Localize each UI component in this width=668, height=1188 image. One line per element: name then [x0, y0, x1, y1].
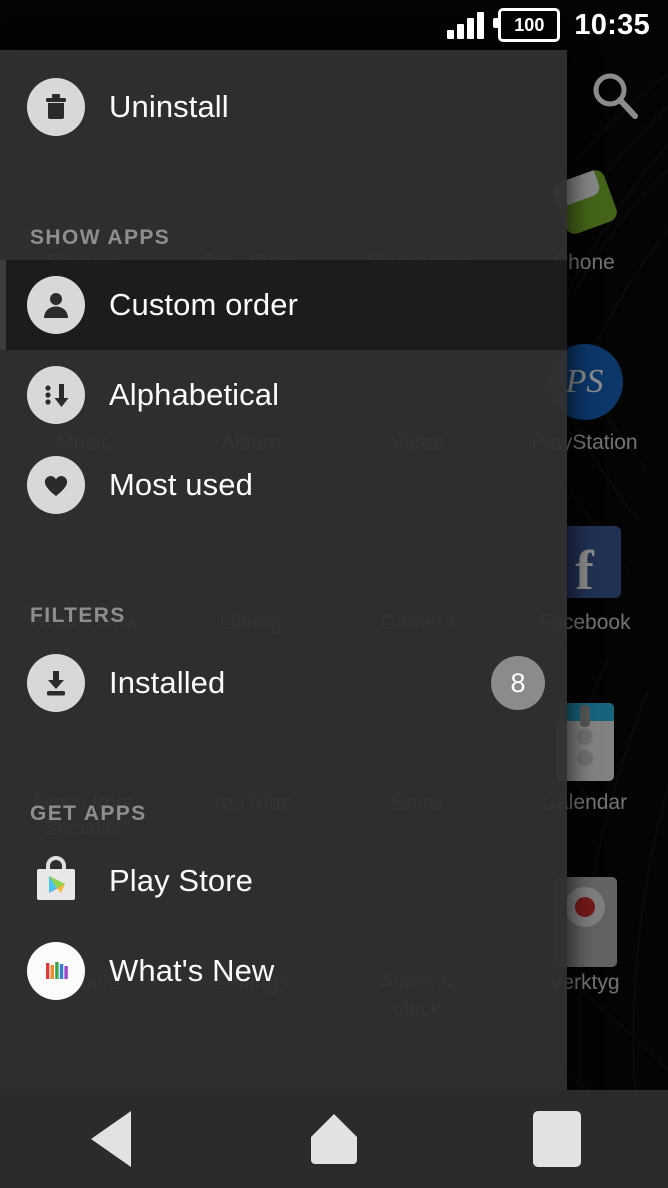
- signal-bars-icon: [447, 11, 485, 39]
- home-button[interactable]: [223, 1090, 446, 1188]
- person-icon: [27, 276, 85, 334]
- back-button[interactable]: [0, 1090, 223, 1188]
- recents-icon: [532, 1111, 581, 1167]
- navigation-drawer: Uninstall SHOW APPS Custom order Alphabe…: [0, 50, 567, 1090]
- drawer-item-label: Alphabetical: [109, 377, 280, 412]
- heart-icon: [27, 456, 85, 514]
- home-icon: [311, 1114, 357, 1164]
- download-icon: [27, 654, 85, 712]
- drawer-section-get-apps: GET APPS: [30, 802, 147, 825]
- battery-icon: 100: [493, 8, 561, 42]
- drawer-gap: [0, 152, 567, 174]
- drawer-section-filters: FILTERS: [30, 604, 126, 627]
- sort-alphabetical-icon: [27, 366, 85, 424]
- drawer-item-label: Play Store: [109, 863, 254, 898]
- drawer-item-most-used[interactable]: Most used: [0, 440, 567, 530]
- drawer-top-spacer: [0, 50, 567, 62]
- recents-button[interactable]: [445, 1090, 668, 1188]
- drawer-item-label: Most used: [109, 467, 253, 502]
- system-navigation-bar: [0, 1090, 668, 1188]
- drawer-item-label: Installed: [109, 665, 226, 700]
- drawer-gap: [0, 728, 567, 750]
- drawer-item-custom-order[interactable]: Custom order: [0, 260, 567, 350]
- drawer-item-uninstall[interactable]: Uninstall: [0, 62, 567, 152]
- phone-screen: Custom order Chrome Play Store Messaging: [0, 0, 668, 1188]
- drawer-item-label: Uninstall: [109, 89, 229, 124]
- clock: 10:35: [574, 8, 650, 41]
- drawer-item-alphabetical[interactable]: Alphabetical: [0, 350, 567, 440]
- status-badge: 8: [491, 656, 545, 710]
- drawer-item-label: What's New: [109, 953, 275, 988]
- whats-new-bars-icon: [27, 942, 85, 1000]
- drawer-item-installed[interactable]: Installed 8: [0, 638, 567, 728]
- drawer-section-show-apps: SHOW APPS: [30, 226, 171, 249]
- drawer-item-label: Custom order: [109, 287, 298, 322]
- battery-level: 100: [514, 15, 545, 35]
- drawer-gap: [0, 530, 567, 552]
- drawer-item-play-store[interactable]: Play Store: [0, 836, 567, 926]
- status-bar: 100 10:35: [0, 0, 668, 50]
- back-icon: [91, 1111, 132, 1167]
- drawer-item-whats-new[interactable]: What's New: [0, 926, 567, 1016]
- play-store-bag-icon: [27, 852, 85, 910]
- trash-icon: [27, 78, 85, 136]
